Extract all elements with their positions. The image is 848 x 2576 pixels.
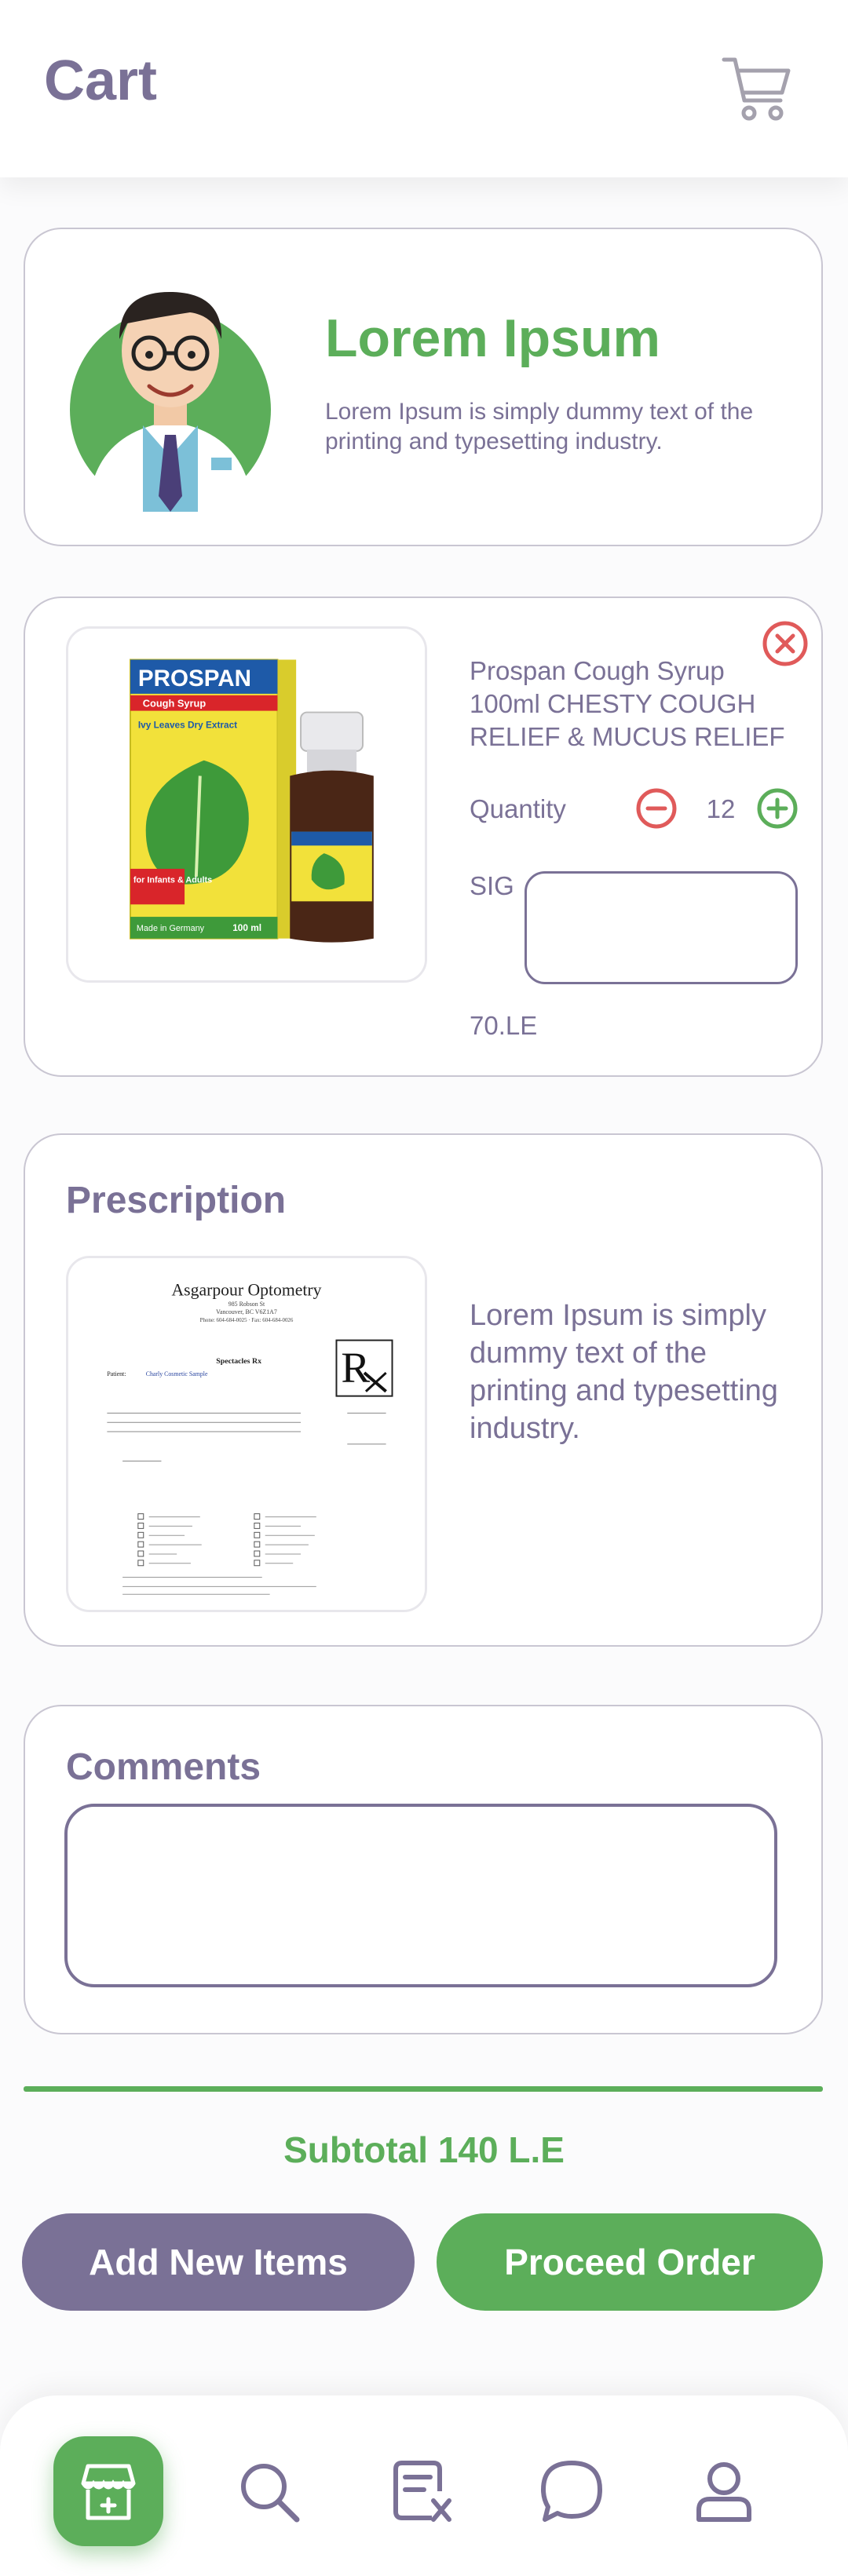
comments-card: Comments xyxy=(24,1705,823,2034)
add-new-items-button[interactable]: Add New Items xyxy=(22,2213,415,2311)
rx-clinic-phone: Phone: 604-684-0025 · Fax: 604-684-0026 xyxy=(200,1318,294,1323)
nav-chat[interactable] xyxy=(517,2436,627,2546)
product-origin-text: Made in Germany xyxy=(137,924,205,933)
nav-search[interactable] xyxy=(214,2436,323,2546)
rx-clinic-address: 985 Robson St xyxy=(228,1301,265,1308)
rx-clinic-name: Asgarpour Optometry xyxy=(172,1280,322,1299)
rx-patient-name: Charly Cosmetic Sample xyxy=(146,1370,208,1377)
product-image: PROSPAN Cough Syrup Ivy Leaves Dry Extra… xyxy=(66,626,427,983)
search-icon xyxy=(241,2464,300,2523)
proceed-order-button[interactable]: Proceed Order xyxy=(437,2213,823,2311)
product-volume-text: 100 ml xyxy=(232,922,261,933)
comments-input[interactable] xyxy=(64,1804,777,1987)
cart-item-card: PROSPAN Cough Syrup Ivy Leaves Dry Extra… xyxy=(24,597,823,1077)
promo-card: Lorem Ipsum Lorem Ipsum is simply dummy … xyxy=(24,228,823,546)
product-name: Prospan Cough Syrup 100ml CHESTY COUGH R… xyxy=(470,656,785,751)
page-title: Cart xyxy=(44,49,158,112)
nav-profile[interactable] xyxy=(669,2436,779,2546)
sig-input[interactable] xyxy=(525,871,798,984)
prescription-title: Prescription xyxy=(66,1180,287,1221)
promo-title: Lorem Ipsum xyxy=(325,308,660,368)
bottom-nav xyxy=(0,2395,848,2576)
quantity-value: 12 xyxy=(706,794,736,823)
rx-clinic-city: Vancouver, BC V6Z1A7 xyxy=(216,1308,277,1315)
rx-doc-title: Spectacles Rx xyxy=(216,1357,261,1366)
product-brand-text: PROSPAN xyxy=(138,666,251,691)
app-header: Cart xyxy=(0,0,848,177)
comments-title: Comments xyxy=(66,1746,261,1788)
cart-icon[interactable] xyxy=(718,49,796,127)
quantity-label: Quantity xyxy=(470,794,566,823)
prescription-image[interactable]: Asgarpour Optometry 985 Robson St Vancou… xyxy=(66,1256,427,1612)
prescription-card: Prescription Asgarpour Optometry 985 Rob… xyxy=(24,1133,823,1647)
nav-store[interactable] xyxy=(53,2436,163,2546)
nav-prescriptions[interactable] xyxy=(366,2436,476,2546)
product-type-text: Cough Syrup xyxy=(143,698,207,710)
product-subtitle-text: Ivy Leaves Dry Extract xyxy=(138,719,237,730)
item-price: 70.LE xyxy=(470,1011,538,1040)
product-badge-text: for Infants & Adults xyxy=(133,876,212,885)
profile-icon xyxy=(696,2462,751,2522)
summary-divider xyxy=(24,2086,823,2092)
prescription-icon xyxy=(393,2461,451,2522)
rx-symbol: R xyxy=(341,1344,370,1392)
chat-icon xyxy=(541,2461,602,2522)
pharmacist-avatar xyxy=(70,291,271,512)
promo-description: Lorem Ipsum is simply dummy text of the … xyxy=(325,399,754,454)
rx-patient-label: Patient: xyxy=(107,1370,126,1377)
subtotal-text: Subtotal 140 L.E xyxy=(283,2129,565,2170)
decrease-quantity-icon[interactable] xyxy=(634,786,678,830)
store-icon xyxy=(81,2464,136,2520)
sig-label: SIG xyxy=(470,871,514,900)
prescription-description: Lorem Ipsum is simply dummy text of the … xyxy=(470,1299,778,1445)
increase-quantity-icon[interactable] xyxy=(755,786,799,830)
